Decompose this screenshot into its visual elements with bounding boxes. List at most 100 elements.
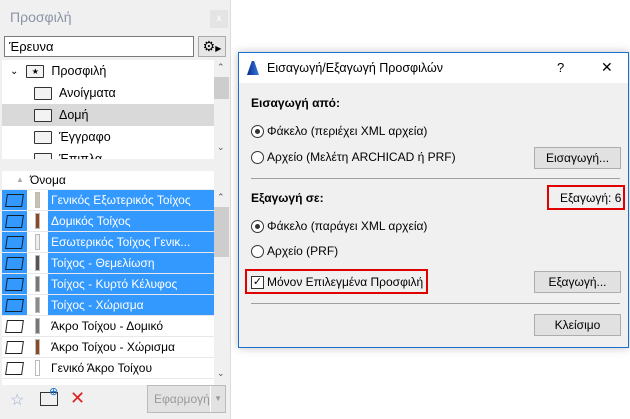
apply-button[interactable]: Εφαρμογή ▼ xyxy=(147,385,226,413)
wall-icon xyxy=(5,214,24,228)
material-swatch-icon xyxy=(35,213,40,229)
tree-scroll-thumb[interactable] xyxy=(214,77,229,99)
wall-icon xyxy=(5,277,24,291)
radio-selected-icon[interactable] xyxy=(251,220,264,234)
column-header-name[interactable]: Όνομα xyxy=(30,173,66,187)
list-item[interactable]: Τοίχος - Χώρισμα xyxy=(2,295,214,316)
radio-label: Φάκελο (περιέχει XML αρχεία) xyxy=(267,124,428,138)
radio-selected-icon[interactable] xyxy=(251,125,264,139)
tree-scrollbar[interactable]: ⌃ ⌄ xyxy=(214,60,229,159)
gear-icon: ⚙ xyxy=(202,38,216,54)
wall-end-icon xyxy=(5,340,24,354)
tree-item-label: Έγγραφο xyxy=(59,130,111,144)
checkbox-label: Μόνον Επιλεγμένα Προσφιλή xyxy=(267,275,424,289)
wall-end-icon xyxy=(5,361,24,375)
favorites-folder-icon: ★ xyxy=(26,64,45,78)
divider xyxy=(251,303,620,304)
tree-item-label: Έπιπλα xyxy=(59,152,103,159)
new-favorite-icon[interactable]: ☆ xyxy=(10,390,24,410)
folder-icon xyxy=(34,108,52,122)
material-swatch-icon xyxy=(35,255,40,271)
scroll-down-icon[interactable]: ⌄ xyxy=(217,142,225,153)
list-item[interactable]: Γενικό Άκρο Τοίχου xyxy=(2,358,214,379)
folder-icon xyxy=(34,86,52,100)
search-input[interactable] xyxy=(4,36,194,57)
list-item[interactable]: Τοίχος - Θεμελίωση xyxy=(2,253,214,274)
list-item[interactable]: Δομικός Τοίχος xyxy=(2,211,214,232)
tree-item[interactable]: Ανοίγματα xyxy=(2,82,214,104)
settings-gear-button[interactable]: ⚙▶ xyxy=(198,36,226,57)
list-item-label: Άκρο Τοίχου - Χώρισμα xyxy=(51,340,175,354)
folder-tree: ⌄ ★ Προσφιλή Ανοίγματα Δομή Έγγραφο Έπιπλα xyxy=(2,60,214,159)
chevron-down-icon[interactable]: ⌄ xyxy=(10,66,18,77)
material-swatch-icon xyxy=(35,360,40,376)
wall-icon xyxy=(5,256,24,270)
list-item-label: Εσωτερικός Τοίχος Γενικ... xyxy=(48,232,214,252)
list-item[interactable]: Άκρο Τοίχου - Δομικό xyxy=(2,316,214,337)
scroll-up-icon[interactable]: ⌃ xyxy=(217,192,225,203)
list-item[interactable]: Εσωτερικός Τοίχος Γενικ... xyxy=(2,232,214,253)
dialog-title: Εισαγωγή/Εξαγωγή Προσφιλών xyxy=(267,61,444,75)
list-item-label: Γενικός Εξωτερικός Τοίχος xyxy=(48,190,214,210)
list-scrollbar[interactable]: ⌃ ⌄ xyxy=(214,190,229,385)
wall-icon xyxy=(5,193,24,207)
list-item-label: Άκρο Τοίχου - Δομικό xyxy=(51,319,163,333)
tree-item-label: Προσφιλή xyxy=(51,64,107,78)
dialog-titlebar: Εισαγωγή/Εξαγωγή Προσφιλών ? ✕ xyxy=(239,53,628,83)
wall-end-icon xyxy=(5,319,24,333)
list-item[interactable]: Γενικός Εξωτερικός Τοίχος xyxy=(2,190,214,211)
list-item-label: Τοίχος - Θεμελίωση xyxy=(48,253,214,273)
list-item[interactable]: Άκρο Τοίχου - Χώρισμα xyxy=(2,337,214,358)
sort-up-icon[interactable]: ▲ xyxy=(16,175,24,184)
apply-label: Εφαρμογή xyxy=(154,392,210,406)
only-selected-checkbox[interactable]: ✓ Μόνον Επιλεγμένα Προσφιλή xyxy=(251,275,424,290)
tree-item[interactable]: Έγγραφο xyxy=(2,126,214,148)
list-item-label: Τοίχος - Χώρισμα xyxy=(48,295,214,315)
favorites-panel: Προσφιλή x ⚙▶ ⌄ ★ Προσφιλή Ανοίγματα Δομή Έγγ… xyxy=(0,0,231,419)
tree-item[interactable]: Έπιπλα xyxy=(2,148,214,159)
radio-icon[interactable] xyxy=(251,245,264,259)
import-heading: Εισαγωγή από: xyxy=(251,96,340,110)
import-folder-radio[interactable]: Φάκελο (περιέχει XML αρχεία) xyxy=(251,124,428,139)
tree-item[interactable]: ⌄ ★ Προσφιλή xyxy=(2,60,214,82)
wall-icon xyxy=(5,298,24,312)
folder-icon xyxy=(34,130,52,144)
scroll-down-icon[interactable]: ⌄ xyxy=(217,368,225,379)
material-swatch-icon xyxy=(35,297,40,313)
folder-icon xyxy=(34,152,52,159)
scroll-up-icon[interactable]: ⌃ xyxy=(217,62,225,73)
list-item-label: Γενικό Άκρο Τοίχου xyxy=(51,361,153,375)
material-swatch-icon xyxy=(35,192,40,208)
panel-close-button[interactable]: x xyxy=(210,10,228,28)
list-item[interactable]: Τοίχος - Κυρτό Κέλυφος xyxy=(2,274,214,295)
dialog-close-button[interactable]: ✕ xyxy=(601,59,613,76)
checkbox-checked-icon[interactable]: ✓ xyxy=(251,276,264,290)
export-folder-radio[interactable]: Φάκελο (παράγει XML αρχεία) xyxy=(251,219,428,234)
arrow-right-icon: ▶ xyxy=(215,44,222,53)
tree-item[interactable]: Δομή xyxy=(2,104,214,126)
list-header: ▲ Όνομα xyxy=(2,171,214,190)
help-button[interactable]: ? xyxy=(557,60,564,75)
material-swatch-icon xyxy=(35,318,40,334)
radio-label: Φάκελο (παράγει XML αρχεία) xyxy=(267,219,428,233)
list-item-label: Δομικός Τοίχος xyxy=(48,211,214,231)
import-file-radio[interactable]: Αρχείο (Μελέτη ARCHICAD ή PRF) xyxy=(251,150,456,165)
archicad-logo-icon xyxy=(247,61,259,75)
tree-item-label: Ανοίγματα xyxy=(59,86,116,100)
export-button[interactable]: Εξαγωγή... xyxy=(534,271,621,293)
export-heading: Εξαγωγή σε: xyxy=(251,191,324,205)
divider xyxy=(251,178,620,179)
tree-item-label: Δομή xyxy=(59,108,89,122)
radio-label: Αρχείο (PRF) xyxy=(267,244,339,258)
radio-icon[interactable] xyxy=(251,151,264,165)
list-item-label: Τοίχος - Κυρτό Κέλυφος xyxy=(48,274,214,294)
export-count: Εξαγωγή: 6 xyxy=(560,191,622,205)
list-scroll-thumb[interactable] xyxy=(214,207,229,257)
dropdown-arrow-icon[interactable]: ▼ xyxy=(210,386,222,412)
favorites-list: Γενικός Εξωτερικός Τοίχος Δομικός Τοίχος Ε… xyxy=(2,190,214,385)
import-button[interactable]: Εισαγωγή... xyxy=(534,147,621,169)
delete-icon[interactable]: ✕ xyxy=(70,388,85,409)
new-folder-icon[interactable]: ⊕ xyxy=(40,386,58,406)
close-button[interactable]: Κλείσιμο xyxy=(534,314,621,336)
export-file-radio[interactable]: Αρχείο (PRF) xyxy=(251,244,339,259)
